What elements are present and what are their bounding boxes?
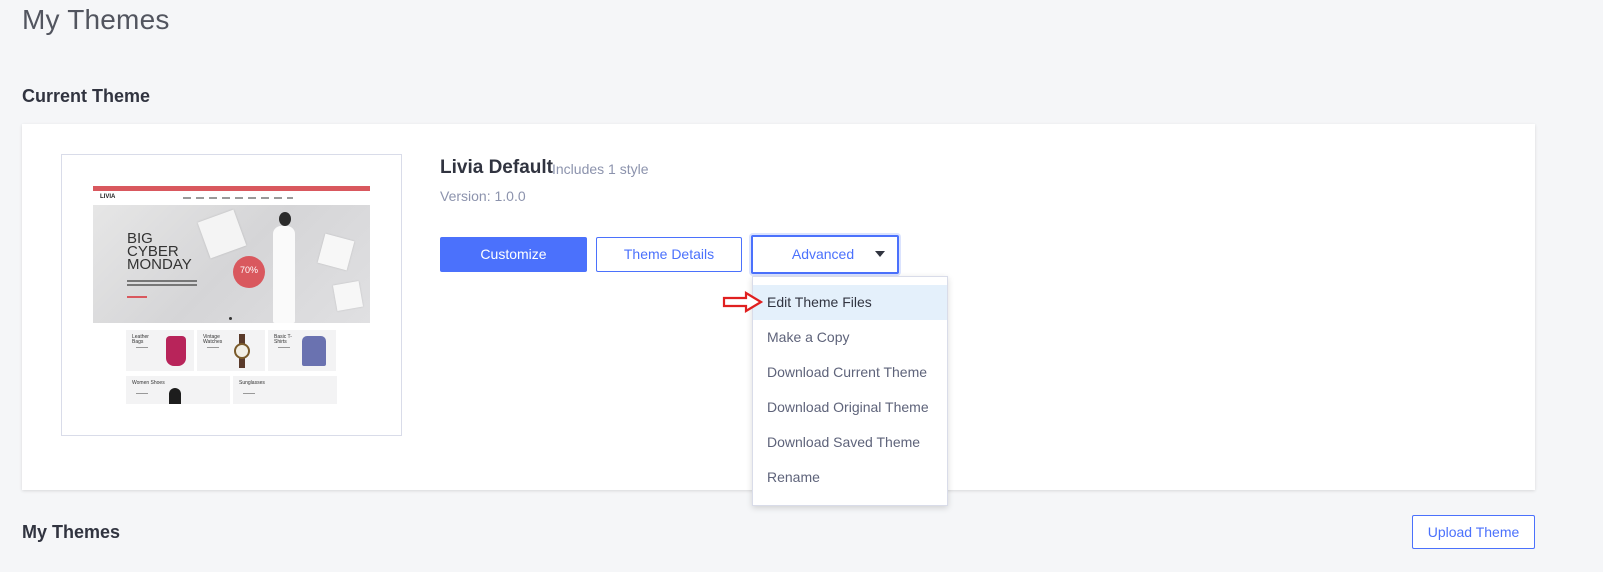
theme-preview-image: LIVIA BIG CYBER MONDAY 70% Leather Bags [93, 186, 370, 404]
preview-tile: Women Shoes [126, 376, 230, 404]
menu-item-edit-theme-files[interactable]: Edit Theme Files [753, 285, 947, 320]
caret-down-icon [875, 251, 885, 257]
preview-discount-badge: 70% [233, 256, 265, 288]
preview-tile: Vintage Watches [197, 330, 265, 371]
customize-button[interactable]: Customize [440, 237, 587, 272]
menu-item-download-current-theme[interactable]: Download Current Theme [753, 355, 947, 390]
page-title: My Themes [22, 4, 170, 35]
advanced-label: Advanced [791, 246, 855, 262]
annotation-arrow-icon [722, 291, 764, 313]
theme-preview-thumbnail[interactable]: LIVIA BIG CYBER MONDAY 70% Leather Bags [61, 154, 402, 436]
advanced-dropdown-button[interactable]: Advanced [751, 235, 899, 274]
theme-name: Livia Default [440, 157, 553, 178]
preview-model-figure [269, 208, 299, 323]
menu-item-rename[interactable]: Rename [753, 460, 947, 495]
menu-item-download-original-theme[interactable]: Download Original Theme [753, 390, 947, 425]
preview-hero-banner: BIG CYBER MONDAY 70% [93, 205, 370, 323]
theme-version: Version: 1.0.0 [440, 188, 526, 204]
current-theme-heading: Current Theme [22, 86, 151, 106]
upload-theme-button[interactable]: Upload Theme [1412, 515, 1535, 549]
preview-logo: LIVIA [100, 194, 116, 200]
advanced-menu: Edit Theme Files Make a Copy Download Cu… [752, 276, 948, 506]
menu-item-download-saved-theme[interactable]: Download Saved Theme [753, 425, 947, 460]
preview-hero-text: BIG CYBER MONDAY [127, 230, 192, 273]
theme-styles-note: Includes 1 style [552, 161, 649, 177]
preview-tile: Basic T-Shirts [268, 330, 336, 371]
theme-details-button[interactable]: Theme Details [596, 237, 742, 272]
preview-tile: Leather Bags [126, 330, 194, 371]
menu-item-make-a-copy[interactable]: Make a Copy [753, 320, 947, 355]
my-themes-heading: My Themes [22, 522, 121, 542]
preview-tile: Sunglasses [233, 376, 337, 404]
